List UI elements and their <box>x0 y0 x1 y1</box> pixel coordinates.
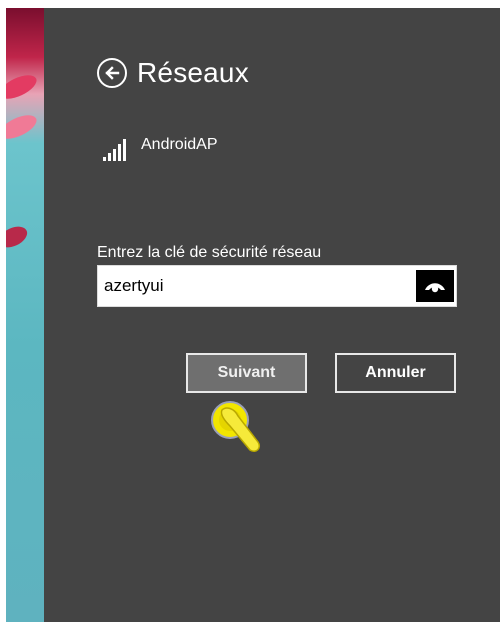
security-key-field <box>97 265 457 307</box>
security-key-input[interactable] <box>98 266 416 306</box>
network-flyout-panel: Réseaux AndroidAP Entrez la clé de sécur… <box>44 8 500 622</box>
desktop-wallpaper-strip <box>6 8 44 622</box>
wallpaper-petal <box>6 70 40 104</box>
panel-header: Réseaux <box>97 57 249 89</box>
reveal-password-button[interactable] <box>416 270 454 302</box>
wallpaper-petal <box>6 110 40 144</box>
back-arrow-circle-icon <box>105 66 120 80</box>
network-name: AndroidAP <box>141 136 218 153</box>
eye-reveal-icon <box>425 283 445 293</box>
back-button[interactable] <box>97 58 127 88</box>
selected-network: AndroidAP <box>103 136 218 161</box>
wallpaper-petal <box>6 222 31 252</box>
page-title: Réseaux <box>137 57 249 88</box>
cancel-button[interactable]: Annuler <box>335 353 456 393</box>
security-key-label: Entrez la clé de sécurité réseau <box>97 244 322 261</box>
touch-pointer-icon <box>211 401 261 453</box>
next-button[interactable]: Suivant <box>186 353 307 393</box>
wifi-signal-bars-icon <box>103 139 126 161</box>
